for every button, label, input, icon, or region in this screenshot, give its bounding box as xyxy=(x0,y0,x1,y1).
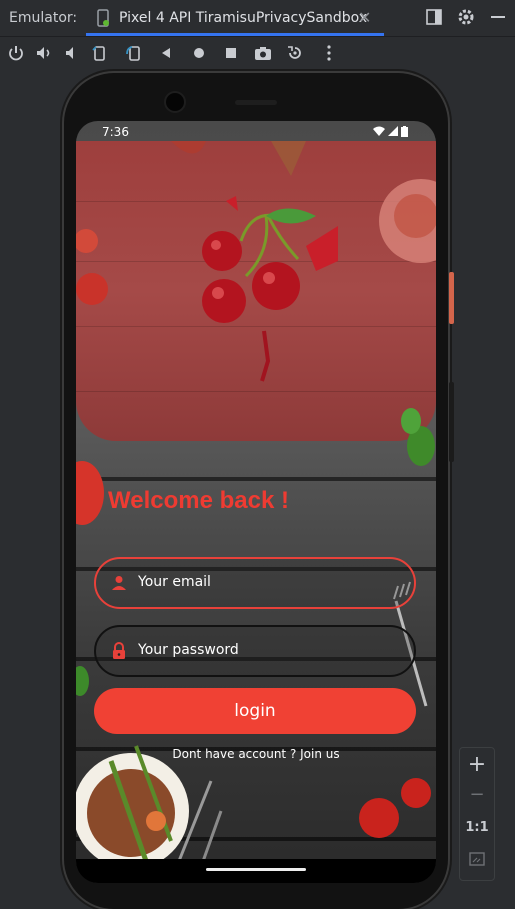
close-tab-icon[interactable]: ✕ xyxy=(358,8,371,27)
device-tab-label: Pixel 4 API TiramisuPrivacySandbox xyxy=(119,10,368,26)
phone-screen: 7:36 Welcome back ! Your email Your pass… xyxy=(76,121,436,883)
front-camera xyxy=(166,93,184,111)
minimize-icon[interactable] xyxy=(489,8,507,28)
home-icon[interactable] xyxy=(190,44,208,62)
navigation-bar xyxy=(76,859,436,883)
rotate-right-icon[interactable] xyxy=(125,44,143,62)
volume-down-icon[interactable] xyxy=(63,44,81,62)
login-button[interactable]: login xyxy=(94,688,416,734)
signup-link[interactable]: Dont have account ? Join us xyxy=(76,747,436,761)
actual-size-button[interactable]: 1:1 xyxy=(460,820,494,835)
zoom-out-button[interactable]: − xyxy=(460,784,494,805)
title-bar: Emulator: Pixel 4 API TiramisuPrivacySan… xyxy=(0,0,515,37)
rotate-left-icon[interactable] xyxy=(91,44,109,62)
email-field[interactable]: Your email xyxy=(94,557,416,609)
email-placeholder: Your email xyxy=(138,574,211,590)
volume-up-icon[interactable] xyxy=(35,44,53,62)
power-icon[interactable] xyxy=(7,44,25,62)
back-icon[interactable] xyxy=(157,44,175,62)
volume-rocker[interactable] xyxy=(449,382,454,462)
earpiece-speaker xyxy=(235,100,277,105)
snapshot-icon[interactable] xyxy=(286,44,304,62)
emulator-label: Emulator: xyxy=(9,10,78,26)
camera-icon[interactable] xyxy=(254,44,272,62)
window-mode-icon[interactable] xyxy=(425,8,443,28)
title-actions xyxy=(425,8,507,28)
power-button[interactable] xyxy=(449,272,454,324)
settings-gear-icon[interactable] xyxy=(457,8,475,28)
zoom-controls: + − 1:1 xyxy=(459,747,495,881)
zoom-in-button[interactable]: + xyxy=(460,752,494,777)
person-icon xyxy=(112,576,126,590)
password-placeholder: Your password xyxy=(138,642,239,658)
home-gesture-bar[interactable] xyxy=(206,868,306,871)
welcome-title: Welcome back ! xyxy=(108,487,289,514)
device-icon xyxy=(97,9,109,27)
emulator-toolbar xyxy=(0,37,515,69)
password-field[interactable]: Your password xyxy=(94,625,416,677)
overview-icon[interactable] xyxy=(222,44,240,62)
more-icon[interactable] xyxy=(320,44,338,62)
lock-icon xyxy=(113,642,125,659)
device-tab[interactable]: Pixel 4 API TiramisuPrivacySandbox ✕ xyxy=(86,0,384,36)
fit-screen-icon[interactable] xyxy=(469,852,485,866)
